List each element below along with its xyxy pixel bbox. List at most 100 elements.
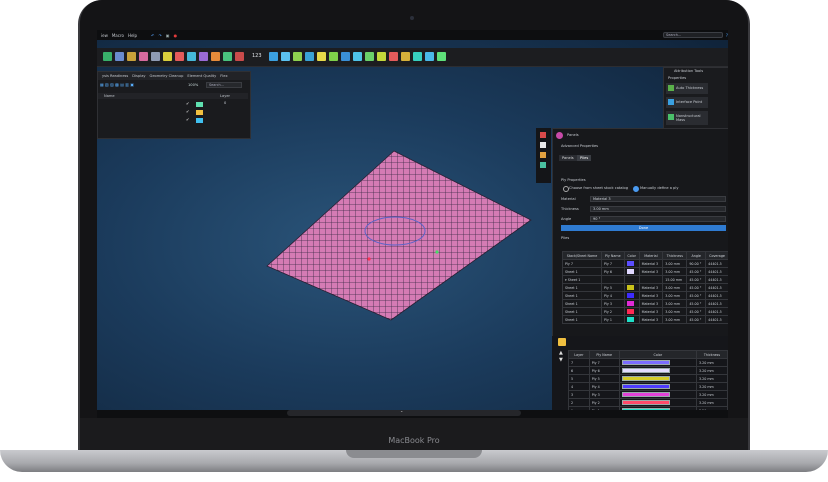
plies-row[interactable]: Sheet 1 Ply 4 Material 3 3.00 mm 45.00 ° 4440… (561, 291, 728, 300)
ply-color-swatch[interactable] (626, 269, 634, 274)
plies-col-ply[interactable]: Ply Name (601, 251, 625, 260)
zones-row[interactable]: 6 Ply 6 3.20 mm (568, 366, 728, 375)
app-screen: iew Macro Help ↶ ↷ ▣ ● ▭ ? Search... 123 (97, 30, 728, 418)
zones-col-color[interactable]: Color (618, 350, 697, 359)
view-control-pill[interactable] (287, 410, 521, 416)
plies-header[interactable]: Plies (561, 236, 569, 240)
zones-cell-layer: 2 (568, 398, 590, 407)
plies-row[interactable]: Sheet 1 Ply 1 Material 3 3.00 mm 45.00 ° 4440… (561, 315, 728, 324)
ply-color-swatch[interactable] (626, 317, 634, 322)
plies-cell-ply (601, 275, 625, 284)
ply-properties-header[interactable]: Ply Properties (561, 178, 586, 182)
plies-cell-angle: 45.00 ° (686, 307, 707, 316)
brand-label: MacBook Pro (388, 436, 440, 445)
zone-color-bar (621, 360, 670, 365)
plies-cell-stack: Sheet 1 (561, 315, 603, 324)
ply-color-swatch[interactable] (626, 293, 634, 298)
radio-manual-label: Manually define a ply (640, 186, 679, 190)
zones-header-row: Layer Ply Name Color Thickness (568, 350, 728, 359)
plies-cell-color (623, 299, 640, 308)
attribution-section: Properties (668, 76, 687, 80)
plies-cell-stack: ▾ Sheet 1 (561, 275, 603, 284)
zones-row[interactable]: 2 Ply 2 3.20 mm (568, 398, 728, 407)
plies-row[interactable]: Sheet 1 Ply 6 Material 3 3.00 mm 45.00 ° 4440… (561, 267, 728, 276)
plies-cell-stack: Sheet 1 (561, 307, 603, 316)
zone-color-bar (621, 384, 670, 389)
plies-col-angle[interactable]: Angle (686, 251, 707, 260)
plies-cell-thickness: 3.00 mm (662, 315, 688, 324)
ply-color-swatch[interactable] (626, 301, 634, 306)
advanced-properties-header[interactable]: Advanced Properties (561, 144, 598, 148)
zones-cell-thickness: 3.20 mm (695, 398, 728, 407)
plies-table-body: Ply 7 Ply 7 Material 3 3.00 mm 90.00 ° 44401.… (561, 259, 728, 324)
plies-col-thickness[interactable]: Thickness (662, 251, 688, 260)
strip-icon-2[interactable] (540, 142, 546, 148)
zones-col-ply[interactable]: Ply Name (588, 350, 620, 359)
plies-cell-ply: Ply 5 (601, 283, 625, 292)
plies-row[interactable]: Sheet 1 Ply 5 Material 3 3.00 mm 45.00 ° 4440… (561, 283, 728, 292)
zones-cell-color (618, 382, 697, 391)
plies-cell-color (623, 275, 640, 284)
angle-input[interactable]: 90 ° (590, 216, 726, 222)
plies-cell-color (623, 259, 640, 268)
plies-cell-coverage: 44401.5 (705, 275, 728, 284)
interface-point-button[interactable]: Interface Point (666, 97, 708, 108)
plies-row[interactable]: ▾ Sheet 1 15.00 mm 45.00 ° 44401.5 (561, 275, 728, 284)
plies-cell-material: Material 3 (638, 315, 664, 324)
plies-cell-coverage: 44401.5 (705, 291, 728, 300)
strip-icon-1[interactable] (540, 132, 546, 138)
plies-cell-material: Material 3 (638, 259, 664, 268)
ply-color-swatch[interactable] (626, 261, 634, 266)
plies-cell-color (623, 283, 640, 292)
plies-col-stack[interactable]: Stack/Sheet Name (561, 251, 603, 260)
plies-row[interactable]: Sheet 1 Ply 2 Material 3 3.00 mm 45.00 ° 4440… (561, 307, 728, 316)
plies-row[interactable]: Sheet 1 Ply 3 Material 3 3.00 mm 45.00 ° 4440… (561, 299, 728, 308)
plies-col-color[interactable]: Color (623, 251, 640, 260)
plies-cell-coverage: 44401.5 (705, 299, 728, 308)
material-select[interactable]: Material 3 (590, 196, 726, 202)
plies-cell-ply: Ply 4 (601, 291, 625, 300)
zones-col-thickness[interactable]: Thickness (695, 350, 728, 359)
done-button[interactable]: Done (561, 225, 726, 231)
plies-col-material[interactable]: Material (638, 251, 664, 260)
panels-icon (556, 132, 563, 139)
zone-color-bar (621, 368, 670, 373)
plies-row[interactable]: Ply 7 Ply 7 Material 3 3.00 mm 90.00 ° 44401.… (561, 259, 728, 268)
zones-cell-ply: Ply 4 (588, 382, 620, 391)
zones-row[interactable]: 3 Ply 3 3.20 mm (568, 390, 728, 399)
zones-cell-layer: 7 (568, 358, 590, 367)
strip-icon-3[interactable] (540, 152, 546, 158)
material-label: Material (561, 197, 576, 201)
angle-label: Angle (561, 217, 572, 221)
strip-icon-4[interactable] (540, 162, 546, 168)
auto-thickness-button[interactable]: Auto Thickness (666, 83, 708, 94)
ply-color-swatch[interactable] (626, 285, 634, 290)
ply-color-swatch[interactable] (626, 309, 634, 314)
zones-cell-ply: Ply 6 (588, 366, 620, 375)
zones-cell-ply: Ply 2 (588, 398, 620, 407)
zones-cell-layer: 5 (568, 374, 590, 383)
zones-cell-ply: Ply 7 (588, 358, 620, 367)
auto-thickness-icon (668, 85, 674, 91)
zone-color-chip[interactable] (558, 338, 566, 346)
move-down-icon[interactable]: ▼ (559, 357, 563, 363)
zones-cell-color (618, 366, 697, 375)
plies-cell-material: Material 3 (638, 299, 664, 308)
plies-col-coverage[interactable]: Coverage (705, 251, 728, 260)
zones-row[interactable]: 5 Ply 5 3.20 mm (568, 374, 728, 383)
nonstructural-mass-button[interactable]: Nonstructural Mass (666, 111, 708, 125)
plies-cell-coverage: 44401.5 (705, 307, 728, 316)
zones-col-layer[interactable]: Layer (568, 350, 590, 359)
tab-plies[interactable]: Plies (577, 155, 592, 161)
plies-cell-thickness: 3.00 mm (662, 267, 688, 276)
chevron-up-icon[interactable]: ⌃ (400, 410, 403, 415)
move-up-icon[interactable]: ▲ (559, 350, 563, 356)
tab-panels[interactable]: Panels (559, 155, 577, 161)
radio-manual-icon[interactable] (633, 186, 639, 192)
nonstructural-mass-icon (668, 114, 674, 120)
plies-cell-color (623, 315, 640, 324)
plies-cell-thickness: 3.00 mm (662, 299, 688, 308)
thickness-input[interactable]: 3.00 mm (590, 206, 726, 212)
zones-row[interactable]: 7 Ply 7 3.20 mm (568, 358, 728, 367)
zones-row[interactable]: 4 Ply 4 3.20 mm (568, 382, 728, 391)
